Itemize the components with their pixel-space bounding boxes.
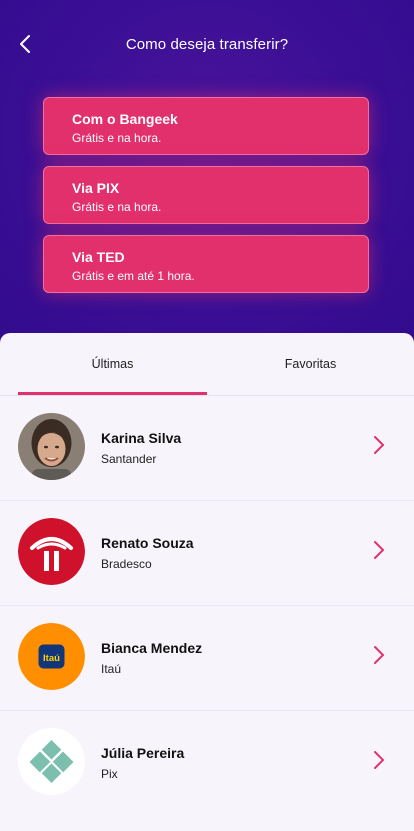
chevron-right-icon <box>374 541 384 559</box>
contact-name: Karina Silva <box>101 430 182 446</box>
bradesco-logo-icon <box>18 518 85 585</box>
contact-bank: Bradesco <box>101 557 152 571</box>
avatar <box>18 413 85 480</box>
contact-row-bianca[interactable]: Itaú Bianca Mendez Itaú <box>0 606 414 711</box>
tab-latest[interactable]: Últimas <box>18 333 207 395</box>
avatar <box>18 728 85 795</box>
contact-bank: Santander <box>101 452 157 466</box>
avatar <box>18 518 85 585</box>
option-title: Com o Bangeek <box>72 111 178 127</box>
contact-name: Bianca Mendez <box>101 640 203 656</box>
header-background: Como deseja transferir? Com o Bangeek Gr… <box>0 0 414 345</box>
option-title: Via TED <box>72 249 125 265</box>
contact-bank: Pix <box>101 767 118 781</box>
tab-favorites[interactable]: Favoritas <box>207 333 414 395</box>
option-ted[interactable]: Via TED Grátis e em até 1 hora. <box>43 235 369 293</box>
chevron-right-icon <box>374 751 384 769</box>
contacts-sheet: Últimas Favoritas Karina Silva Santander <box>0 333 414 831</box>
option-pix[interactable]: Via PIX Grátis e na hora. <box>43 166 369 224</box>
option-title: Via PIX <box>72 180 120 196</box>
itau-logo-text: Itaú <box>43 653 60 664</box>
contact-bank: Itaú <box>101 662 122 676</box>
contact-name: Renato Souza <box>101 535 194 551</box>
option-subtitle: Grátis e em até 1 hora. <box>72 269 195 283</box>
option-bangeek[interactable]: Com o Bangeek Grátis e na hora. <box>43 97 369 155</box>
tab-bar: Últimas Favoritas <box>0 333 414 396</box>
pix-logo-icon <box>18 728 85 795</box>
page-title: Como deseja transferir? <box>125 36 289 53</box>
option-subtitle: Grátis e na hora. <box>72 131 162 145</box>
contact-name: Júlia Pereira <box>101 745 185 761</box>
person-photo-icon <box>18 413 85 480</box>
contact-row-julia[interactable]: Júlia Pereira Pix <box>0 711 414 816</box>
contact-row-renato[interactable]: Renato Souza Bradesco <box>0 501 414 606</box>
option-subtitle: Grátis e na hora. <box>72 200 162 214</box>
chevron-right-icon <box>374 646 384 664</box>
contact-row-karina[interactable]: Karina Silva Santander <box>0 396 414 501</box>
avatar: Itaú <box>18 623 85 690</box>
chevron-right-icon <box>374 436 384 454</box>
itau-logo-icon: Itaú <box>18 623 85 690</box>
